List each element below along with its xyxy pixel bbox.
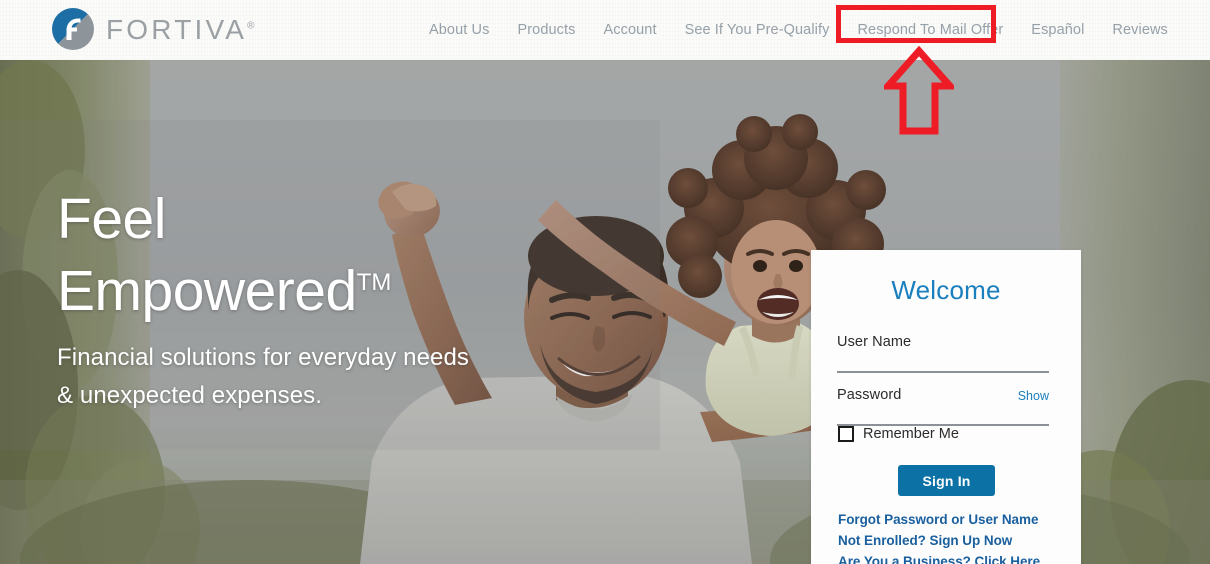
nav-item-about-us[interactable]: About Us — [415, 16, 503, 44]
site-logo[interactable]: FORTIVA® — [51, 7, 255, 51]
main-navigation: About Us Products Account See If You Pre… — [415, 0, 1182, 60]
hero-title: Feel EmpoweredTM — [57, 188, 469, 323]
hero-title-line1: Feel — [57, 187, 166, 251]
nav-item-products[interactable]: Products — [503, 16, 589, 44]
forgot-password-link[interactable]: Forgot Password or User Name — [838, 509, 1040, 530]
site-header: FORTIVA® About Us Products Account See I… — [0, 0, 1210, 60]
password-input[interactable] — [837, 404, 1049, 414]
remember-me-row[interactable]: Remember Me — [838, 426, 959, 442]
hero-subtitle: Financial solutions for everyday needs &… — [57, 339, 469, 415]
logo-wordmark: FORTIVA® — [106, 14, 255, 45]
login-help-links: Forgot Password or User Name Not Enrolle… — [838, 509, 1040, 564]
sign-in-button[interactable]: Sign In — [898, 465, 995, 496]
nav-item-see-if-you-pre-qualify[interactable]: See If You Pre-Qualify — [671, 16, 844, 44]
business-link[interactable]: Are You a Business? Click Here — [838, 551, 1040, 564]
registered-mark: ® — [247, 20, 255, 32]
trademark-mark: TM — [356, 269, 392, 296]
hero-copy: Feel EmpoweredTM Financial solutions for… — [57, 188, 469, 415]
fortiva-login-page: FORTIVA® About Us Products Account See I… — [0, 0, 1210, 564]
login-card: Welcome User Name Password Show Remember… — [811, 250, 1081, 564]
username-label: User Name — [837, 334, 912, 350]
remember-me-checkbox[interactable] — [838, 426, 854, 442]
sign-up-link[interactable]: Not Enrolled? Sign Up Now — [838, 530, 1040, 551]
hero-title-line2: EmpoweredTM — [57, 259, 392, 323]
username-input[interactable] — [837, 351, 1049, 361]
username-underline — [837, 371, 1049, 373]
nav-item-account[interactable]: Account — [589, 16, 670, 44]
password-field-group: Password Show — [837, 386, 1049, 426]
username-field-group: User Name — [837, 333, 1049, 373]
nav-item-respond-to-mail-offer[interactable]: Respond To Mail Offer — [843, 16, 1017, 44]
hero-subtitle-line1: Financial solutions for everyday needs — [57, 344, 470, 371]
nav-item-espanol[interactable]: Español — [1017, 16, 1098, 44]
fortiva-f-circle-logo-icon — [52, 8, 94, 50]
nav-item-reviews[interactable]: Reviews — [1098, 16, 1182, 44]
hero-section: Feel EmpoweredTM Financial solutions for… — [0, 60, 1210, 564]
show-password-link[interactable]: Show — [1018, 389, 1049, 403]
remember-me-label[interactable]: Remember Me — [863, 426, 959, 442]
login-heading: Welcome — [891, 275, 1001, 305]
hero-subtitle-line2: & unexpected expenses. — [57, 382, 323, 409]
